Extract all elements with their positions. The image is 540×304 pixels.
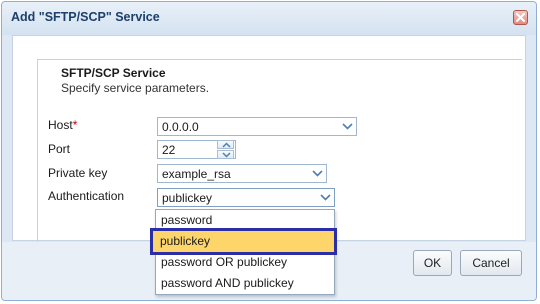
close-button[interactable] (513, 10, 528, 25)
chevron-up-icon (222, 142, 231, 148)
port-stepper[interactable]: 22 (157, 140, 236, 159)
required-mark: * (72, 118, 78, 132)
host-label: Host* (48, 118, 78, 132)
chevron-down-icon (342, 123, 353, 130)
authentication-select[interactable]: publickey (157, 188, 335, 207)
port-value: 22 (162, 143, 176, 157)
close-icon (516, 13, 525, 22)
port-increment-button[interactable] (217, 140, 234, 149)
host-combobox[interactable]: 0.0.0.0 (157, 117, 357, 136)
option-publickey-highlighted[interactable]: publickey (150, 228, 337, 255)
port-decrement-button[interactable] (217, 150, 234, 159)
port-label: Port (48, 142, 71, 156)
option-password-or-publickey[interactable]: password OR publickey (156, 252, 334, 273)
chevron-down-icon (320, 194, 331, 201)
option-password-and-publickey[interactable]: password AND publickey (156, 273, 334, 294)
section-description: Specify service parameters. (61, 81, 210, 95)
port-spinner (217, 140, 235, 159)
authentication-label: Authentication (48, 189, 125, 203)
section-title: SFTP/SCP Service (61, 66, 166, 80)
private-key-label: Private key (48, 166, 108, 180)
private-key-value: example_rsa (162, 167, 231, 181)
authentication-dropdown-button[interactable] (317, 189, 334, 206)
dialog-title: Add "SFTP/SCP" Service (11, 10, 160, 24)
authentication-value: publickey (162, 191, 213, 205)
host-value: 0.0.0.0 (162, 120, 199, 134)
host-dropdown-button[interactable] (339, 118, 356, 135)
dialog-titlebar[interactable]: Add "SFTP/SCP" Service (2, 2, 536, 35)
cancel-button[interactable]: Cancel (460, 250, 522, 276)
ok-button[interactable]: OK (413, 250, 452, 276)
chevron-down-icon (312, 170, 323, 177)
private-key-dropdown-button[interactable] (309, 165, 326, 182)
private-key-select[interactable]: example_rsa (157, 164, 327, 183)
chevron-down-icon (222, 152, 231, 158)
